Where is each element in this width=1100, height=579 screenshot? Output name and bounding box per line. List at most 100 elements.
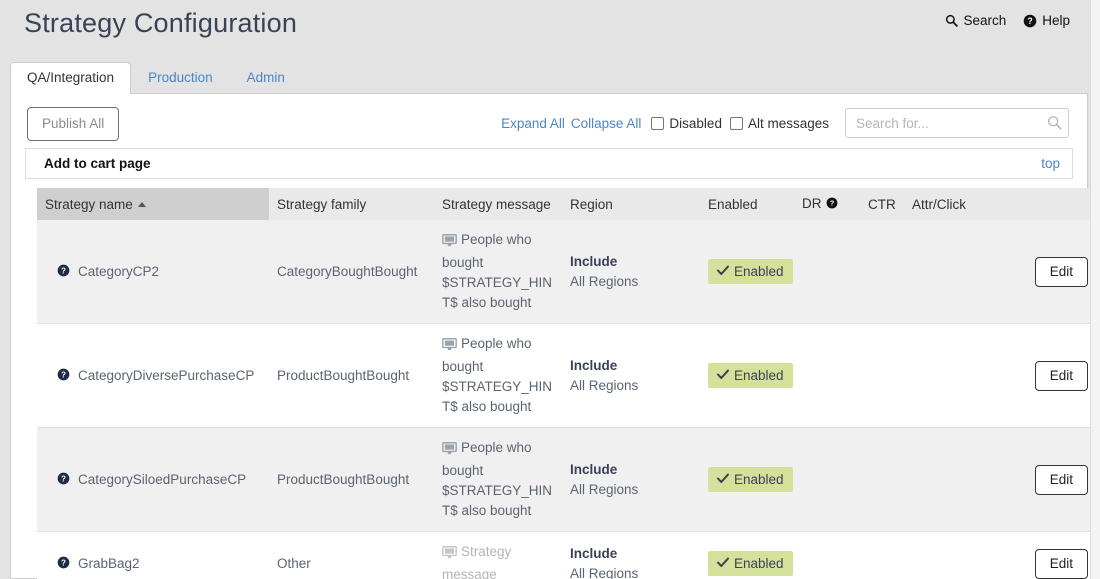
table-row[interactable]: ? CategorySiloedPurchaseCP ProductBoughtBo… bbox=[37, 427, 1094, 532]
disabled-checkbox[interactable] bbox=[651, 116, 665, 130]
cell-actions: Edit bbox=[1004, 427, 1094, 532]
strategy-table: Strategy name Strategy family Strategy m… bbox=[37, 188, 1094, 579]
strategy-family-label: ProductBoughtBought bbox=[277, 472, 410, 487]
svg-text:?: ? bbox=[61, 474, 66, 483]
cell-attr-click bbox=[904, 427, 1004, 532]
tab-admin[interactable]: Admin bbox=[230, 62, 302, 94]
page-title: Strategy Configuration bbox=[24, 8, 298, 38]
region-include-label: Include bbox=[570, 461, 618, 477]
table-row[interactable]: ? GrabBag2 Other Strategy message Include All… bbox=[37, 531, 1094, 579]
region-include-label: Include bbox=[570, 357, 618, 373]
toolbar-right-group: Expand All Collapse All Disabled Alt mes… bbox=[501, 108, 1069, 138]
column-header-enabled[interactable]: Enabled bbox=[700, 188, 794, 220]
help-circle-icon[interactable]: ? bbox=[57, 556, 70, 572]
alt-messages-checkbox-group[interactable]: Alt messages bbox=[729, 116, 829, 131]
alt-messages-checkbox-label[interactable]: Alt messages bbox=[748, 116, 829, 131]
edit-button[interactable]: Edit bbox=[1034, 256, 1088, 287]
expand-all-link[interactable]: Expand All bbox=[501, 116, 565, 131]
monitor-icon bbox=[442, 441, 457, 461]
strategy-name-label: GrabBag2 bbox=[78, 556, 140, 571]
column-header-strategy-name[interactable]: Strategy name bbox=[37, 188, 269, 220]
tab-production[interactable]: Production bbox=[131, 62, 230, 94]
column-header-dr[interactable]: DR? bbox=[794, 188, 860, 220]
cell-dr bbox=[794, 220, 860, 324]
help-circle-icon: ? bbox=[1023, 14, 1037, 28]
toolbar: Publish All Expand All Collapse All Disa… bbox=[11, 94, 1087, 148]
search-icon[interactable] bbox=[1047, 115, 1062, 130]
cell-dr bbox=[794, 531, 860, 579]
column-header-actions bbox=[1004, 188, 1094, 220]
status-badge: Enabled bbox=[708, 551, 793, 576]
publish-all-button[interactable]: Publish All bbox=[27, 107, 120, 141]
region-scope-label: All Regions bbox=[570, 273, 639, 289]
disabled-checkbox-label[interactable]: Disabled bbox=[669, 116, 722, 131]
page-scrollbar[interactable] bbox=[1090, 0, 1100, 579]
enabled-label: Enabled bbox=[734, 472, 784, 487]
search-field-wrap bbox=[845, 108, 1069, 138]
table-head: Strategy name Strategy family Strategy m… bbox=[37, 188, 1094, 220]
strategy-message-label: People who bought $STRATEGY_HINT$ also b… bbox=[442, 336, 553, 414]
section-header-add-to-cart-page[interactable]: Add to cart page top bbox=[25, 148, 1073, 179]
column-header-strategy-message[interactable]: Strategy message bbox=[434, 188, 562, 220]
edit-button[interactable]: Edit bbox=[1034, 548, 1088, 579]
column-header-attr-click[interactable]: Attr/Click bbox=[904, 188, 1004, 220]
region-scope-label: All Regions bbox=[570, 481, 639, 497]
search-input[interactable] bbox=[845, 108, 1069, 138]
status-badge: Enabled bbox=[708, 467, 793, 492]
sort-ascending-icon bbox=[137, 202, 146, 208]
help-circle-icon[interactable]: ? bbox=[57, 472, 70, 488]
strategy-name-label: CategoryDiversePurchaseCP bbox=[78, 368, 255, 383]
search-link-label: Search bbox=[963, 13, 1007, 28]
svg-text:?: ? bbox=[61, 370, 66, 379]
check-icon bbox=[717, 264, 729, 279]
alt-messages-checkbox[interactable] bbox=[729, 116, 743, 130]
column-header-region[interactable]: Region bbox=[562, 188, 700, 220]
cell-strategy-message: Strategy message bbox=[434, 531, 562, 579]
table-row[interactable]: ? CategoryCP2 CategoryBoughtBought People w… bbox=[37, 220, 1094, 324]
column-header-ctr[interactable]: CTR bbox=[860, 188, 904, 220]
help-circle-icon[interactable]: ? bbox=[57, 368, 70, 384]
table-row[interactable]: ? CategoryDiversePurchaseCP ProductBoughtB… bbox=[37, 323, 1094, 428]
cell-ctr bbox=[860, 220, 904, 324]
header-actions: Search ? Help bbox=[945, 13, 1070, 28]
region-include-label: Include bbox=[570, 253, 618, 269]
cell-actions: Edit bbox=[1004, 531, 1094, 579]
tab-qa-integration[interactable]: QA/Integration bbox=[10, 62, 132, 94]
main-panel: Publish All Expand All Collapse All Disa… bbox=[10, 93, 1094, 579]
cell-enabled: Enabled bbox=[700, 323, 794, 428]
help-link[interactable]: ? Help bbox=[1023, 13, 1070, 28]
edit-button[interactable]: Edit bbox=[1034, 464, 1088, 495]
cell-dr bbox=[794, 427, 860, 532]
tab-label: Production bbox=[148, 70, 213, 85]
column-label: Enabled bbox=[708, 196, 758, 212]
help-link-label: Help bbox=[1042, 13, 1070, 28]
cell-strategy-name: ? CategoryCP2 bbox=[37, 220, 269, 324]
cell-strategy-message: People who bought $STRATEGY_HINT$ also b… bbox=[434, 323, 562, 428]
cell-attr-click bbox=[904, 220, 1004, 324]
cell-strategy-name: ? GrabBag2 bbox=[37, 531, 269, 579]
strategy-table-wrap: Strategy name Strategy family Strategy m… bbox=[37, 188, 1094, 579]
column-header-strategy-family[interactable]: Strategy family bbox=[269, 188, 434, 220]
edit-button[interactable]: Edit bbox=[1034, 360, 1088, 391]
back-to-top-link[interactable]: top bbox=[1041, 156, 1060, 171]
disabled-checkbox-group[interactable]: Disabled bbox=[651, 116, 722, 131]
column-label: Strategy message bbox=[442, 196, 551, 212]
column-label: DR bbox=[802, 196, 822, 212]
strategy-family-label: CategoryBoughtBought bbox=[277, 264, 418, 279]
cell-strategy-message: People who bought $STRATEGY_HINT$ also b… bbox=[434, 220, 562, 324]
region-scope-label: All Regions bbox=[570, 565, 639, 579]
column-label: Region bbox=[570, 196, 613, 212]
cell-enabled: Enabled bbox=[700, 427, 794, 532]
search-link[interactable]: Search bbox=[945, 13, 1006, 28]
svg-text:?: ? bbox=[61, 558, 66, 567]
column-label: Strategy family bbox=[277, 196, 367, 212]
help-circle-icon[interactable]: ? bbox=[826, 197, 838, 212]
svg-text:?: ? bbox=[829, 199, 834, 208]
strategy-family-label: Other bbox=[277, 556, 311, 571]
collapse-all-link[interactable]: Collapse All bbox=[571, 116, 642, 131]
help-circle-icon[interactable]: ? bbox=[57, 264, 70, 280]
column-label: CTR bbox=[868, 196, 896, 212]
cell-actions: Edit bbox=[1004, 323, 1094, 428]
enabled-label: Enabled bbox=[734, 264, 784, 279]
page-header: Strategy Configuration Search ? Help bbox=[0, 0, 1100, 58]
